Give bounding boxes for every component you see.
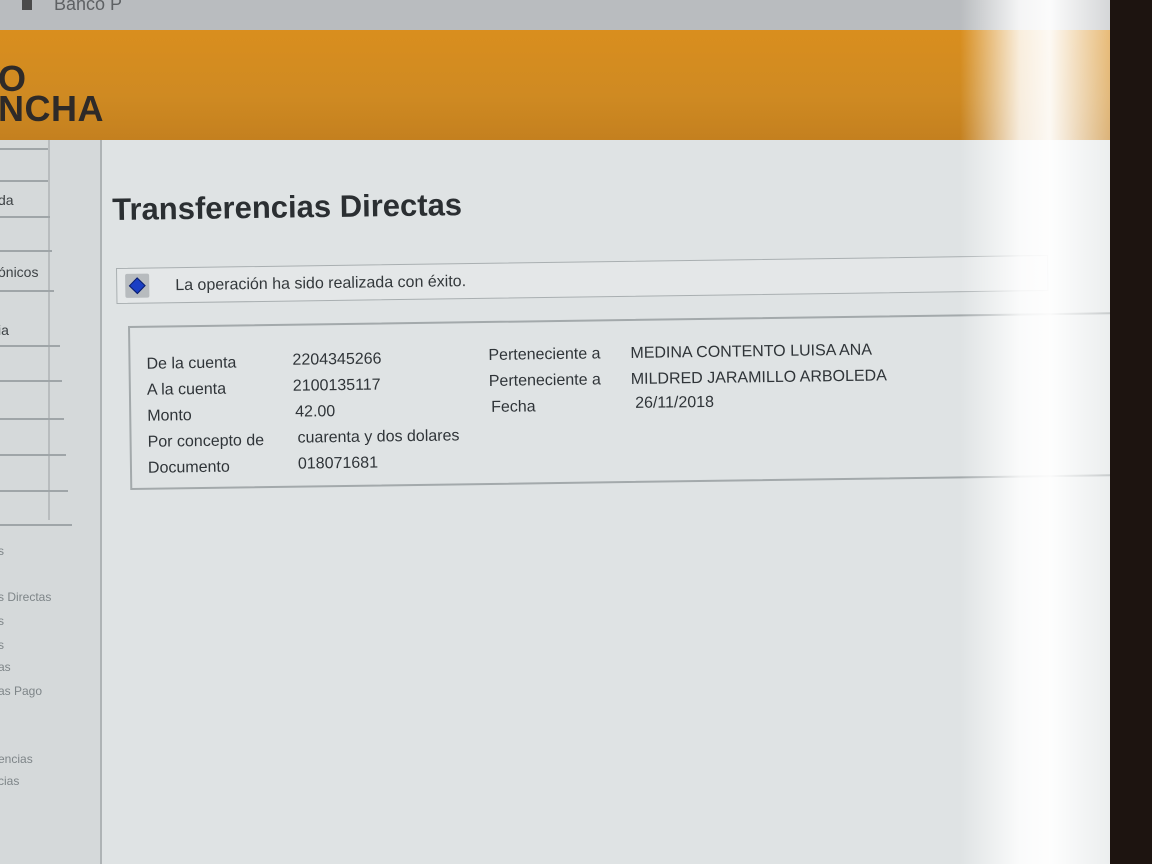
sidebar-menu: da ónicos ia s s Directas s s as as Pago…: [0, 140, 102, 864]
bank-header-banner: O NCHA: [0, 30, 1110, 140]
sidebar-item-4[interactable]: s: [0, 544, 4, 558]
sidebar-divider: [0, 290, 54, 292]
sidebar-divider: [0, 418, 64, 420]
sidebar-item-10[interactable]: encias: [0, 752, 33, 766]
info-diamond-icon: [125, 273, 150, 298]
sidebar-item-3[interactable]: ia: [0, 322, 9, 338]
sidebar-item-2[interactable]: ónicos: [0, 264, 38, 280]
sidebar-item-1[interactable]: da: [0, 192, 14, 208]
amount-value: 42.00: [295, 403, 336, 421]
concept-value: cuarenta y dos dolares: [297, 427, 460, 447]
tab-favicon-icon: [22, 0, 32, 10]
sidebar-item-7[interactable]: s: [0, 638, 4, 652]
to-owner-value: MILDRED JARAMILLO ARBOLEDA: [630, 367, 887, 388]
sidebar-item-5[interactable]: s Directas: [0, 590, 51, 604]
sidebar-item-6[interactable]: s: [0, 614, 4, 628]
sidebar-divider: [0, 490, 68, 492]
sidebar-divider: [0, 454, 66, 456]
document-label: Documento: [147, 458, 230, 477]
to-account-label: A la cuenta: [146, 380, 227, 399]
date-label: Fecha: [491, 398, 536, 416]
from-owner-prefix: Perteneciente a: [488, 345, 601, 364]
diamond-shape: [128, 277, 146, 295]
sidebar-item-11[interactable]: cias: [0, 774, 19, 788]
success-message-box: La operación ha sido realizada con éxito…: [116, 254, 1049, 304]
from-owner-value: MEDINA CONTENTO LUISA ANA: [630, 341, 873, 362]
date-value: 26/11/2018: [635, 393, 715, 412]
sidebar-divider: [0, 380, 62, 382]
sidebar-divider: [0, 345, 60, 347]
to-owner-prefix: Perteneciente a: [488, 371, 601, 390]
amount-label: Monto: [147, 407, 192, 425]
from-account-value: 2204345266: [292, 350, 382, 369]
bank-screen: Banco P O NCHA da ónicos ia s s Directas…: [0, 0, 1110, 864]
sidebar-divider: [0, 180, 48, 182]
bank-logo-line-2: NCHA: [0, 88, 104, 129]
from-account-label: De la cuenta: [146, 354, 237, 373]
sidebar-divider: [0, 524, 72, 526]
transfer-details-panel: De la cuenta 2204345266 Perteneciente a …: [128, 311, 1110, 490]
success-message-text: La operación ha sido realizada con éxito…: [175, 273, 467, 295]
sidebar-item-8[interactable]: as: [0, 660, 11, 674]
concept-label: Por concepto de: [147, 432, 265, 451]
sidebar-item-9[interactable]: as Pago: [0, 684, 42, 698]
browser-tab-title[interactable]: Banco P: [54, 0, 122, 15]
sidebar-divider: [0, 250, 52, 252]
to-account-value: 2100135117: [292, 376, 381, 395]
page-title: Transferencias Directas: [112, 187, 463, 227]
main-content: Transferencias Directas La operación ha …: [100, 140, 1110, 864]
browser-tab-bar: Banco P: [0, 0, 1110, 30]
sidebar-divider: [0, 216, 50, 218]
sidebar-divider: [0, 148, 48, 150]
document-value: 018071681: [297, 454, 379, 473]
